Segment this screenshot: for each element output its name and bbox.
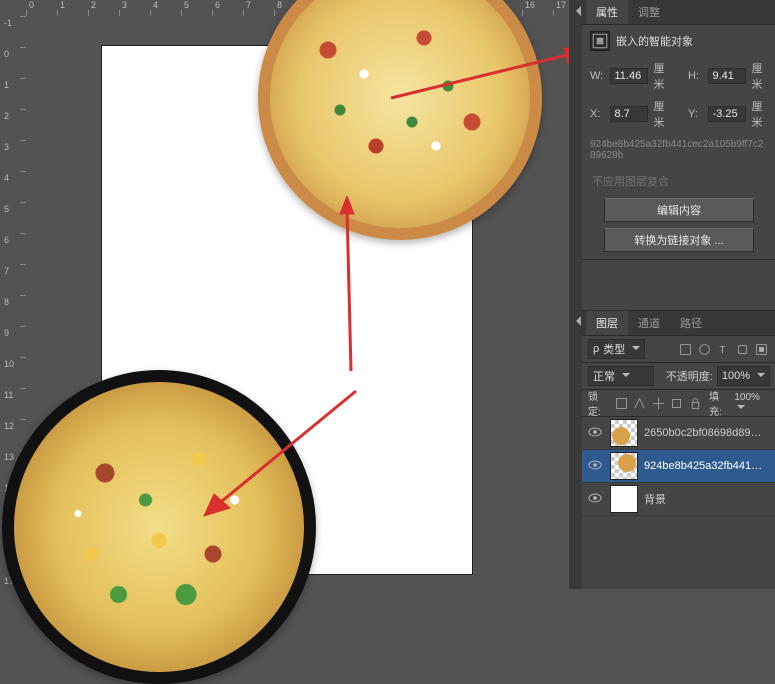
artboard[interactable] [102, 46, 472, 574]
canvas-area[interactable] [26, 16, 581, 589]
lock-artboard-icon[interactable] [669, 395, 685, 411]
layer-thumbnail[interactable] [610, 452, 638, 480]
properties-tab-bar: 属性 调整 [582, 0, 775, 25]
lock-fill-row: 锁定: 填充: 100% [582, 390, 775, 417]
x-label: X: [590, 108, 604, 120]
dimension-row-wh: W: 11.46 厘米 H: 9.41 厘米 [582, 57, 775, 95]
x-value[interactable]: 8.7 [610, 106, 648, 122]
file-hash: 924be8b425a32fb441cec2a105b9ff7c289629b [582, 133, 775, 167]
layer-comp-disabled: 不应用图层复合 [582, 167, 775, 195]
layer-row[interactable]: 背景 [582, 483, 775, 516]
blend-opacity-row: 正常 不透明度: 100% [582, 363, 775, 390]
layer-row[interactable]: 2650b0c2bf08698d895544a5543ca [582, 417, 775, 450]
edit-contents-button[interactable]: 编辑内容 [604, 198, 754, 222]
layer-name[interactable]: 924be8b425a32fb441cec2a105b9f [644, 460, 764, 472]
layer-visibility-toggle[interactable] [586, 458, 604, 475]
tab-adjustments[interactable]: 调整 [628, 0, 670, 24]
width-value[interactable]: 11.46 [610, 68, 648, 84]
ruler-corner [0, 0, 27, 17]
layers-panel: 图层 通道 路径 ρ 类型 T 正常 不透明度: 100% [582, 310, 775, 589]
filter-type-icon[interactable]: T [715, 341, 732, 358]
right-panel-column: 属性 调整 嵌入的智能对象 W: 11.46 厘米 H: 9.41 厘米 X: … [581, 0, 775, 589]
height-value[interactable]: 9.41 [708, 68, 746, 84]
dimension-row-xy: X: 8.7 厘米 Y: -3.25 厘米 [582, 95, 775, 133]
blend-mode-label: 正常 [593, 368, 615, 384]
blend-mode-dropdown[interactable]: 正常 [588, 366, 654, 386]
layer-filter-bar: ρ 类型 T [582, 336, 775, 363]
panel-collapse-gutter[interactable] [569, 0, 582, 589]
tab-channels[interactable]: 通道 [628, 311, 670, 335]
filter-kind-icon: ρ [593, 343, 599, 355]
layer-thumbnail[interactable] [610, 485, 638, 513]
tab-properties[interactable]: 属性 [586, 0, 628, 24]
layer-thumbnail[interactable] [610, 419, 638, 447]
layers-list: 2650b0c2bf08698d895544a5543ca 924be8b425a… [582, 417, 775, 589]
layer-name[interactable]: 背景 [644, 491, 666, 507]
lock-pixels-icon[interactable] [613, 395, 629, 411]
lock-move-icon[interactable] [650, 395, 666, 411]
y-value[interactable]: -3.25 [708, 106, 746, 122]
fill-value-dropdown[interactable]: 100% [734, 392, 770, 414]
opacity-value: 100% [722, 370, 750, 382]
filter-smart-icon[interactable] [753, 341, 770, 358]
lock-position-icon[interactable] [632, 395, 648, 411]
width-label: W: [590, 70, 604, 82]
y-unit: 厘米 [752, 98, 769, 130]
opacity-value-dropdown[interactable]: 100% [717, 366, 770, 386]
lock-all-icon[interactable] [688, 395, 704, 411]
smart-object-icon [590, 31, 610, 51]
convert-to-linked-button[interactable]: 转换为链接对象 ... [604, 228, 754, 252]
opacity-label: 不透明度: [666, 368, 713, 384]
layers-tab-bar: 图层 通道 路径 [582, 311, 775, 336]
y-label: Y: [688, 108, 702, 120]
svg-text:T: T [719, 344, 725, 355]
height-unit: 厘米 [752, 60, 769, 92]
x-unit: 厘米 [654, 98, 671, 130]
tab-layers[interactable]: 图层 [586, 311, 628, 335]
fill-label: 填充: [709, 388, 731, 418]
filter-adjust-icon[interactable] [696, 341, 713, 358]
image-pizza-top[interactable] [258, 0, 542, 240]
object-type-label: 嵌入的智能对象 [616, 33, 693, 49]
tab-paths[interactable]: 路径 [670, 311, 712, 335]
layer-row[interactable]: 924be8b425a32fb441cec2a105b9f [582, 450, 775, 483]
layer-visibility-toggle[interactable] [586, 425, 604, 442]
filter-kind-label: 类型 [603, 341, 625, 357]
image-pizza-bottom[interactable] [2, 370, 316, 684]
width-unit: 厘米 [654, 60, 671, 92]
filter-pixel-icon[interactable] [677, 341, 694, 358]
layer-name[interactable]: 2650b0c2bf08698d895544a5543ca [644, 427, 764, 439]
layer-visibility-toggle[interactable] [586, 491, 604, 508]
fill-value: 100% [734, 392, 760, 403]
height-label: H: [688, 70, 702, 82]
smart-object-header: 嵌入的智能对象 [582, 25, 775, 57]
filter-shape-icon[interactable] [734, 341, 751, 358]
lock-label: 锁定: [588, 388, 610, 418]
filter-kind-dropdown[interactable]: ρ 类型 [588, 339, 645, 359]
